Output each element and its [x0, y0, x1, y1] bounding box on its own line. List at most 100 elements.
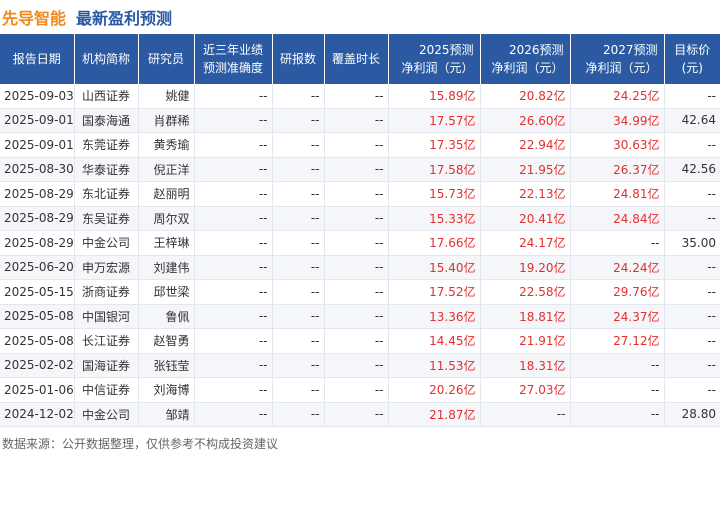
- cell-date: 2025-08-30: [0, 157, 75, 182]
- cell-reports: --: [272, 304, 325, 329]
- cell-target: --: [664, 84, 720, 109]
- cell-coverage: --: [324, 108, 389, 133]
- cell-p2027: 24.84亿: [570, 206, 665, 231]
- cell-reports: --: [272, 108, 325, 133]
- cell-coverage: --: [324, 402, 389, 427]
- table-row[interactable]: 2024-12-02 中金公司 邹靖 -- -- -- 21.87亿 -- -- 28.80: [0, 402, 720, 427]
- table-row[interactable]: 2025-05-08 长江证券 赵智勇 -- -- -- 14.45亿 21.91亿 27.12…: [0, 328, 720, 354]
- cell-coverage: --: [324, 377, 389, 403]
- cell-date: 2025-02-02: [0, 353, 75, 378]
- cell-date: 2025-01-06: [0, 377, 75, 403]
- col-header-2026[interactable]: 2026预测 净利润（元）: [480, 34, 571, 84]
- cell-accuracy: --: [194, 181, 273, 207]
- cell-analyst: 王梓琳: [138, 230, 195, 256]
- cell-org: 中金公司: [74, 230, 139, 256]
- col-header-coverage[interactable]: 覆盖时长: [324, 34, 389, 84]
- cell-date: 2025-09-01: [0, 132, 75, 158]
- col-header-analyst[interactable]: 研究员: [138, 34, 195, 84]
- cell-p2026: 18.31亿: [480, 353, 571, 378]
- cell-reports: --: [272, 353, 325, 378]
- cell-p2025: 17.57亿: [388, 108, 481, 133]
- cell-target: --: [664, 304, 720, 329]
- cell-coverage: --: [324, 230, 389, 256]
- cell-date: 2025-08-29: [0, 181, 75, 207]
- cell-p2027: 27.12亿: [570, 328, 665, 354]
- table-row[interactable]: 2025-08-29 东北证券 赵丽明 -- -- -- 15.73亿 22.13亿 24.81…: [0, 181, 720, 207]
- forecast-table: 报告日期 机构简称 研究员 近三年业绩 预测准确度 研报数 覆盖时长 2025预测…: [0, 34, 720, 427]
- cell-reports: --: [272, 206, 325, 231]
- cell-org: 长江证券: [74, 328, 139, 354]
- cell-target: --: [664, 132, 720, 158]
- cell-coverage: --: [324, 132, 389, 158]
- col-header-2027[interactable]: 2027预测 净利润（元）: [570, 34, 665, 84]
- cell-p2025: 21.87亿: [388, 402, 481, 427]
- col-header-target[interactable]: 目标价 (元): [664, 34, 720, 84]
- cell-analyst: 肖群稀: [138, 108, 195, 133]
- cell-analyst: 鲁佩: [138, 304, 195, 329]
- cell-p2025: 15.40亿: [388, 255, 481, 280]
- cell-reports: --: [272, 328, 325, 354]
- cell-analyst: 周尔双: [138, 206, 195, 231]
- cell-coverage: --: [324, 255, 389, 280]
- cell-p2025: 17.66亿: [388, 230, 481, 256]
- cell-reports: --: [272, 157, 325, 182]
- cell-p2027: 30.63亿: [570, 132, 665, 158]
- cell-p2027: 34.99亿: [570, 108, 665, 133]
- col-header-org[interactable]: 机构简称: [74, 34, 139, 84]
- cell-org: 国泰海通: [74, 108, 139, 133]
- cell-accuracy: --: [194, 328, 273, 354]
- cell-p2025: 17.52亿: [388, 279, 481, 305]
- col-header-accuracy[interactable]: 近三年业绩 预测准确度: [194, 34, 273, 84]
- table-row[interactable]: 2025-05-08 中国银河 鲁佩 -- -- -- 13.36亿 18.81亿 24.37亿…: [0, 304, 720, 329]
- cell-p2025: 17.35亿: [388, 132, 481, 158]
- cell-p2026: 19.20亿: [480, 255, 571, 280]
- cell-target: 42.56: [664, 157, 720, 182]
- cell-date: 2025-09-01: [0, 108, 75, 133]
- col-header-reports[interactable]: 研报数: [272, 34, 325, 84]
- col-header-date[interactable]: 报告日期: [0, 34, 75, 84]
- table-row[interactable]: 2025-08-29 中金公司 王梓琳 -- -- -- 17.66亿 24.17亿 -- 35.…: [0, 230, 720, 256]
- table-row[interactable]: 2025-09-01 国泰海通 肖群稀 -- -- -- 17.57亿 26.60亿 34.99…: [0, 108, 720, 133]
- table-row[interactable]: 2025-08-30 华泰证券 倪正洋 -- -- -- 17.58亿 21.95亿 26.37…: [0, 157, 720, 182]
- cell-accuracy: --: [194, 279, 273, 305]
- cell-analyst: 张钰莹: [138, 353, 195, 378]
- cell-target: 35.00: [664, 230, 720, 256]
- table-row[interactable]: 2025-08-29 东吴证券 周尔双 -- -- -- 15.33亿 20.41亿 24.84…: [0, 206, 720, 231]
- cell-date: 2025-08-29: [0, 206, 75, 231]
- cell-accuracy: --: [194, 132, 273, 158]
- cell-p2027: --: [570, 353, 665, 378]
- cell-coverage: --: [324, 353, 389, 378]
- table-row[interactable]: 2025-06-20 申万宏源 刘建伟 -- -- -- 15.40亿 19.20亿 24.24…: [0, 255, 720, 280]
- cell-date: 2024-12-02: [0, 402, 75, 427]
- cell-date: 2025-09-03: [0, 84, 75, 109]
- cell-analyst: 邹靖: [138, 402, 195, 427]
- cell-p2026: 24.17亿: [480, 230, 571, 256]
- cell-target: --: [664, 206, 720, 231]
- table-row[interactable]: 2025-09-01 东莞证券 黄秀瑜 -- -- -- 17.35亿 22.94亿 30.63…: [0, 132, 720, 158]
- cell-target: 42.64: [664, 108, 720, 133]
- table-row[interactable]: 2025-01-06 中信证券 刘海博 -- -- -- 20.26亿 27.03亿 -- --: [0, 377, 720, 403]
- table-row[interactable]: 2025-02-02 国海证券 张钰莹 -- -- -- 11.53亿 18.31亿 -- --: [0, 353, 720, 378]
- cell-target: --: [664, 279, 720, 305]
- cell-p2026: 21.95亿: [480, 157, 571, 182]
- cell-coverage: --: [324, 181, 389, 207]
- cell-coverage: --: [324, 157, 389, 182]
- col-header-2025[interactable]: 2025预测 净利润（元）: [388, 34, 481, 84]
- cell-p2026: 27.03亿: [480, 377, 571, 403]
- title-bar: 先导智能 最新盈利预测: [0, 0, 720, 34]
- cell-p2026: 26.60亿: [480, 108, 571, 133]
- page-title: 最新盈利预测: [76, 9, 173, 28]
- cell-coverage: --: [324, 328, 389, 354]
- cell-p2026: 22.94亿: [480, 132, 571, 158]
- cell-org: 中金公司: [74, 402, 139, 427]
- table-row[interactable]: 2025-05-15 浙商证券 邱世梁 -- -- -- 17.52亿 22.58亿 29.76…: [0, 279, 720, 305]
- cell-p2027: 26.37亿: [570, 157, 665, 182]
- cell-p2026: 21.91亿: [480, 328, 571, 354]
- cell-coverage: --: [324, 206, 389, 231]
- cell-accuracy: --: [194, 206, 273, 231]
- cell-p2025: 15.89亿: [388, 84, 481, 109]
- table-row[interactable]: 2025-09-03 山西证券 姚健 -- -- -- 15.89亿 20.82亿 24.25亿…: [0, 84, 720, 109]
- cell-accuracy: --: [194, 402, 273, 427]
- cell-analyst: 赵丽明: [138, 181, 195, 207]
- cell-accuracy: --: [194, 230, 273, 256]
